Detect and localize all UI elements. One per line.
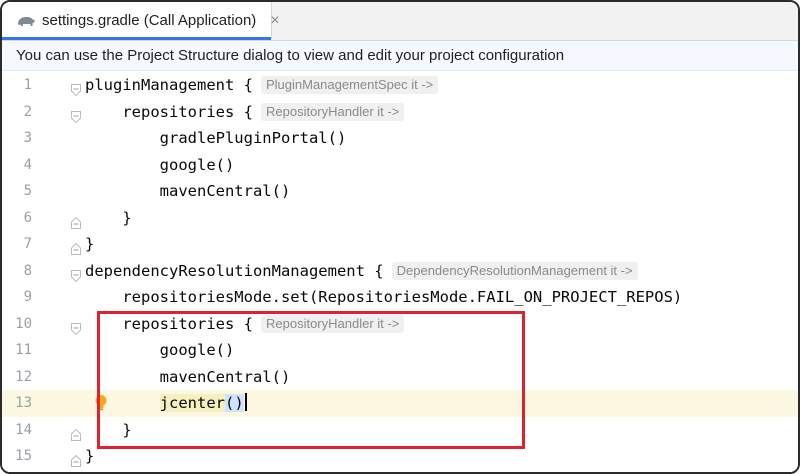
code-text[interactable]: google()	[85, 337, 235, 364]
project-structure-banner: You can use the Project Structure dialog…	[2, 41, 798, 71]
code-content: mavenCentral()	[85, 367, 291, 386]
line-number: 13	[15, 395, 32, 411]
code-content: }	[85, 447, 95, 465]
line-number: 12	[15, 368, 32, 385]
code-text[interactable]: }	[85, 443, 94, 470]
code-content: }	[85, 208, 132, 227]
code-text[interactable]: }	[85, 205, 132, 232]
code-line[interactable]: 11 google()	[2, 337, 798, 364]
code-text[interactable]: repositoriesMode.set(RepositoriesMode.FA…	[85, 284, 682, 311]
code-content: google()	[85, 341, 235, 359]
line-number: 10	[15, 315, 32, 332]
fold-open-icon[interactable]	[71, 79, 81, 97]
code-line[interactable]: 4 google()	[2, 152, 798, 179]
code-text[interactable]: gradlePluginPortal()	[85, 125, 347, 152]
code-line[interactable]: 7}	[2, 231, 798, 258]
inlay-hint: PluginManagementSpec it ->	[260, 76, 439, 94]
code-content: gradlePluginPortal()	[85, 129, 347, 147]
tab-settings-gradle[interactable]: settings.gradle (Call Application) ×	[2, 2, 280, 40]
code-content: repositoriesMode.set(RepositoriesMode.FA…	[85, 288, 683, 306]
code-line[interactable]: 12 mavenCentral()	[2, 364, 798, 391]
inlay-hint: RepositoryHandler it ->	[260, 314, 405, 333]
code-text[interactable]: repositories { RepositoryHandler it ->	[85, 311, 405, 338]
code-text[interactable]: repositories { RepositoryHandler it ->	[85, 99, 405, 126]
fold-close-icon[interactable]	[71, 212, 81, 229]
inlay-hint: RepositoryHandler it ->	[260, 102, 405, 121]
line-number: 8	[23, 262, 32, 279]
text-caret	[244, 393, 247, 411]
code-line[interactable]: 10 repositories { RepositoryHandler it ->	[2, 311, 798, 338]
code-content: dependencyResolutionManagement {	[85, 261, 384, 280]
code-text[interactable]: mavenCentral()	[85, 364, 291, 391]
code-text[interactable]: google()	[85, 152, 235, 179]
code-text[interactable]: }	[85, 231, 94, 258]
fold-close-icon[interactable]	[71, 238, 81, 255]
code-content: mavenCentral()	[85, 182, 291, 200]
fold-close-icon[interactable]	[71, 450, 81, 467]
line-number: 4	[23, 156, 32, 173]
tab-title: settings.gradle (Call Application)	[42, 12, 257, 29]
code-line[interactable]: 9 repositoriesMode.set(RepositoriesMode.…	[2, 284, 798, 311]
line-number: 14	[15, 421, 32, 438]
code-content: repositories {	[85, 102, 253, 121]
code-content: }	[85, 235, 95, 253]
fold-open-icon[interactable]	[71, 265, 81, 282]
code-line[interactable]: 2 repositories { RepositoryHandler it ->	[2, 99, 798, 126]
code-line[interactable]: 15}	[2, 443, 798, 470]
line-number: 15	[15, 448, 32, 464]
code-text[interactable]: pluginManagement { PluginManagementSpec i…	[85, 72, 439, 99]
gradle-elephant-icon	[16, 13, 36, 29]
line-number: 6	[23, 209, 32, 226]
fold-open-icon[interactable]	[71, 318, 81, 335]
jcenter-identifier[interactable]: jcenter	[159, 394, 225, 412]
code-content: pluginManagement {	[85, 76, 253, 94]
code-text[interactable]: jcenter()	[85, 390, 247, 417]
fold-open-icon[interactable]	[71, 106, 81, 123]
code-line[interactable]: 3 gradlePluginPortal()	[2, 125, 798, 152]
code-line[interactable]: 8 dependencyResolutionManagement { Depende…	[2, 258, 798, 285]
line-number: 1	[23, 77, 32, 93]
line-number: 7	[23, 236, 32, 252]
code-editor[interactable]: 1 pluginManagement { PluginManagementSpec …	[2, 72, 798, 472]
code-line[interactable]: 6 }	[2, 205, 798, 232]
matched-parens: ()	[224, 394, 244, 412]
editor-window: settings.gradle (Call Application) × You…	[0, 0, 800, 474]
code-line[interactable]: 1 pluginManagement { PluginManagementSpec …	[2, 72, 798, 99]
fold-close-icon[interactable]	[71, 424, 81, 441]
code-text[interactable]: mavenCentral()	[85, 178, 291, 205]
code-line[interactable]: 13 jcenter()	[2, 390, 798, 417]
line-number: 2	[23, 103, 32, 120]
code-line[interactable]: 14 }	[2, 417, 798, 444]
line-number: 3	[23, 130, 32, 146]
code-text[interactable]: }	[85, 417, 132, 444]
line-number: 9	[23, 289, 32, 305]
close-icon[interactable]: ×	[270, 12, 279, 30]
line-number: 5	[23, 183, 32, 199]
code-content: google()	[85, 155, 235, 174]
code-content: repositories {	[85, 314, 253, 333]
inlay-hint: DependencyResolutionManagement it ->	[391, 261, 638, 280]
tab-bar: settings.gradle (Call Application) ×	[2, 2, 798, 41]
code-content: }	[85, 420, 132, 439]
line-number: 11	[15, 342, 32, 358]
code-text[interactable]: dependencyResolutionManagement { Dependen…	[85, 258, 638, 285]
banner-text: You can use the Project Structure dialog…	[16, 47, 565, 64]
code-line[interactable]: 5 mavenCentral()	[2, 178, 798, 205]
